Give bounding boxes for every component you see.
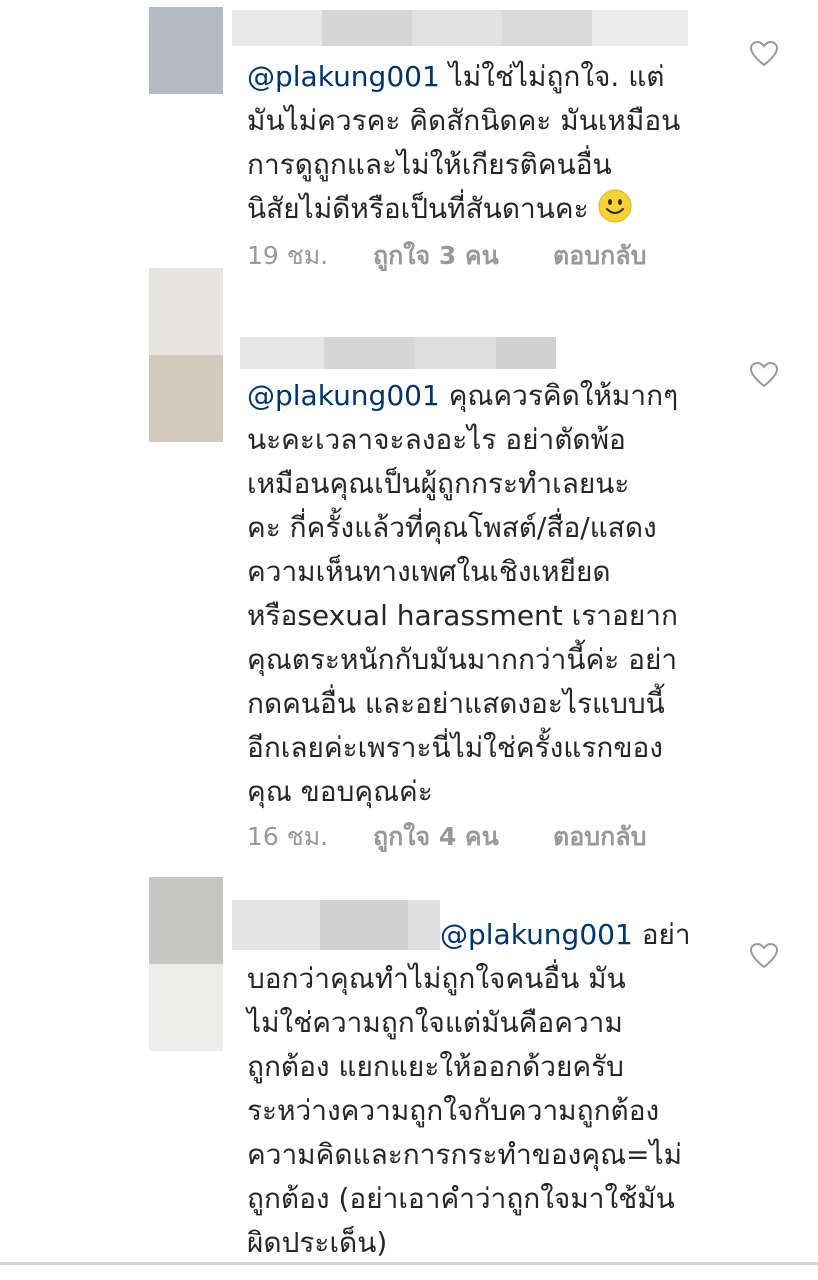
mention-link[interactable]: @plakung001: [440, 918, 633, 951]
avatar[interactable]: [149, 877, 223, 1051]
comment-line: ระหว่างความถูกใจกับความถูกต้อง: [247, 1094, 660, 1127]
heart-icon[interactable]: [750, 362, 778, 388]
comment-line: หรือsexual harassment เราอยาก: [247, 599, 678, 632]
comment-meta: 19 ชม. ถูกใจ 3 คน ตอบกลับ: [247, 238, 646, 274]
comment-line: ไม่ใช่ไม่ถูกใจ. แต่: [448, 60, 665, 93]
comment-line: มันไม่ควรคะ คิดสักนิดคะ มันเหมือน: [247, 104, 681, 137]
comment-text: @plakung001 ไม่ใช่ไม่ถูกใจ. แต่ มันไม่คว…: [247, 55, 727, 231]
comment-line: คะ กี่ครั้งแล้วที่คุณโพสต์/สื่อ/แสดง: [247, 511, 657, 544]
blurred-username[interactable]: [240, 337, 556, 369]
likes-count-link[interactable]: ถูกใจ 4 คน: [373, 817, 553, 857]
comment-line: ถูกต้อง แยกแยะให้ออกด้วยครับ: [247, 1050, 624, 1083]
comment-line: เหมือนคุณเป็นผู้ถูกกระทำเลยนะ: [247, 467, 630, 500]
comment-line: ความเห็นทางเพศในเชิงเหยียด: [247, 555, 611, 588]
comment-line: บอกว่าคุณทำไม่ถูกใจคนอื่น มัน: [247, 962, 626, 995]
comment-line: ผิดประเด็น): [247, 1226, 388, 1259]
comment-time: 19 ชม.: [247, 241, 329, 270]
comment-line: คุณควรคิดให้มากๆ: [448, 379, 679, 412]
bottom-divider: [0, 1262, 818, 1265]
comment-line: ไม่ใช่ความถูกใจแต่มันคือความ: [247, 1006, 623, 1039]
comment-line: ถูกต้อง (อย่าเอาคำว่าถูกใจมาใช้มัน: [247, 1182, 675, 1215]
comment-line: นะคะเวลาจะลงอะไร อย่าตัดพ้อ: [247, 423, 626, 456]
smile-emoji-icon: [598, 189, 632, 223]
blurred-username[interactable]: [232, 10, 688, 46]
comment-text: @plakung001 คุณควรคิดให้มากๆ นะคะเวลาจะล…: [247, 374, 727, 814]
comment-line: นิสัยไม่ดีหรือเป็นที่สันดานคะ: [247, 192, 589, 225]
reply-button[interactable]: ตอบกลับ: [553, 236, 646, 276]
mention-link[interactable]: @plakung001: [247, 379, 440, 412]
comment-text: @plakung001 อย่า บอกว่าคุณทำไม่ถูกใจคนอื…: [247, 913, 727, 1265]
comment-line: การดูถูกและไม่ให้เกียรติคนอื่น: [247, 148, 612, 181]
comment-line: คุณตระหนักกับมันมากกว่านี้ค่ะ อย่า: [247, 643, 678, 676]
likes-count-link[interactable]: ถูกใจ 3 คน: [373, 236, 553, 276]
comment-line: คุณ ขอบคุณค่ะ: [247, 775, 433, 808]
heart-icon[interactable]: [750, 943, 778, 969]
comment-line: อย่า: [641, 918, 691, 951]
comment-line: ความคิดและการกระทำของคุณ=ไม่: [247, 1138, 683, 1171]
avatar[interactable]: [149, 268, 223, 442]
comment-meta: 16 ชม. ถูกใจ 4 คน ตอบกลับ: [247, 819, 646, 855]
heart-icon[interactable]: [750, 41, 778, 67]
mention-link[interactable]: @plakung001: [247, 60, 440, 93]
comment-line: กดคนอื่น และอย่าแสดงอะไรแบบนี้: [247, 687, 665, 720]
comment-time: 16 ชม.: [247, 822, 329, 851]
reply-button[interactable]: ตอบกลับ: [553, 817, 646, 857]
comment-line: อีกเลยค่ะเพราะนี่ไม่ใช่ครั้งแรกของ: [247, 731, 663, 764]
avatar[interactable]: [149, 7, 223, 94]
